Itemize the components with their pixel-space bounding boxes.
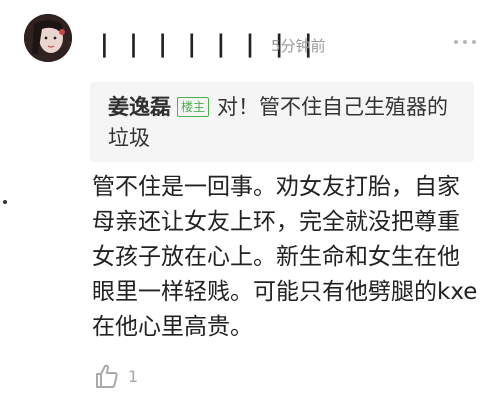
op-badge: 楼主 [177, 97, 210, 117]
decorative-dot [3, 200, 7, 204]
comment-body: 管不住是一回事。劝女友打胎，自家母亲还让女友上环，完全就没把尊重女孩子放在心上。… [92, 174, 478, 340]
like-count: 1 [128, 366, 139, 386]
avatar-image [24, 14, 72, 62]
avatar[interactable] [24, 14, 72, 62]
more-dots-icon[interactable] [454, 40, 476, 44]
comment-time: 5分钟前 [271, 37, 326, 55]
like-button[interactable]: 1 [92, 362, 138, 390]
quoted-reply: 姜逸磊 楼主 对！管不住自己生殖器的垃圾 [90, 82, 474, 162]
thumbs-up-icon [96, 364, 118, 388]
quoted-author[interactable]: 姜逸磊 [108, 95, 171, 119]
quoted-reply-content: 姜逸磊 楼主 对！管不住自己生殖器的垃圾 [108, 92, 458, 154]
